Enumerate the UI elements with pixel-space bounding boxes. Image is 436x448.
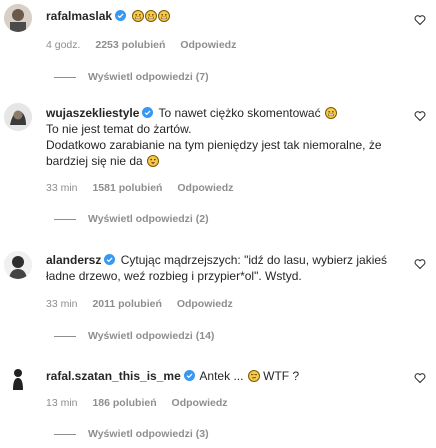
grimace-emoji-icon [145,10,158,22]
comment-time[interactable]: 33 min [46,182,78,194]
comment-username[interactable]: rafal.szatan_this_is_me [46,369,181,383]
view-replies-label: Wyświetl odpowiedzi (2) [88,213,209,225]
verified-badge-icon [104,254,116,265]
comment-username[interactable]: alandersz [46,253,101,267]
comment-likes[interactable]: 2253 polubień [95,39,165,51]
comment-body-line: Dodatkowo zarabianie na tym pieniędzy je… [46,138,382,152]
like-heart-icon[interactable] [414,372,426,384]
comment-likes[interactable]: 1581 polubień [92,182,162,194]
view-replies-button[interactable]: Wyświetl odpowiedzi (3) [54,428,209,440]
comment-text: rafal.szatan_this_is_me Antek ... WTF ? [46,368,400,384]
comment-time[interactable]: 4 godz. [46,39,80,51]
comment-body: Antek ... [199,369,244,383]
view-replies-button[interactable]: Wyświetl odpowiedzi (7) [54,71,209,83]
view-replies-label: Wyświetl odpowiedzi (3) [88,428,209,440]
comment-username[interactable]: wujaszekliestyle [46,106,139,120]
comment-body-line: To nie jest temat do żartów. [46,122,192,136]
comment-body-end: WTF ? [263,369,300,383]
like-heart-icon[interactable] [414,14,426,26]
comment-meta: 33 min 2011 polubień Odpowiedz [46,298,245,310]
comment-time[interactable]: 33 min [46,298,78,310]
verified-badge-icon [183,370,195,381]
reply-button[interactable]: Odpowiedz [177,182,233,194]
comment-body-line: ładne drzewo, weź rozbieg i przypier*ol"… [46,269,302,283]
comment-meta: 33 min 1581 polubień Odpowiedz [46,182,245,194]
view-replies-label: Wyświetl odpowiedzi (7) [88,71,209,83]
comment-text: alandersz Cytując mądrzejszych: "idź do … [46,252,400,284]
avatar[interactable] [4,251,32,279]
comment-username[interactable]: rafalmaslak [46,9,112,23]
like-heart-icon[interactable] [414,258,426,270]
verified-badge-icon [115,10,127,21]
view-replies-button[interactable]: Wyświetl odpowiedzi (2) [54,213,209,225]
comment-time[interactable]: 13 min [46,397,78,409]
avatar[interactable] [4,103,32,131]
comment-meta: 4 godz. 2253 polubień Odpowiedz [46,39,248,51]
grimace-emoji-icon [158,10,171,22]
comment-likes[interactable]: 2011 polubień [92,298,161,310]
avatar[interactable] [4,364,32,392]
comment-text: wujaszekliestyle To nawet ciężko skoment… [46,105,400,169]
grimace-emoji-icon [132,10,145,22]
comment-body-line: bardziej się nie da [46,154,143,168]
view-replies-label: Wyświetl odpowiedzi (14) [88,330,215,342]
reply-button[interactable]: Odpowiedz [172,397,228,409]
view-replies-button[interactable]: Wyświetl odpowiedzi (14) [54,330,214,342]
avatar[interactable] [4,4,32,32]
verified-badge-icon [142,107,154,118]
reply-button[interactable]: Odpowiedz [180,39,236,51]
like-heart-icon[interactable] [414,110,426,122]
replies-divider [54,433,76,435]
comment-body: To nawet ciężko skomentować [158,106,321,120]
replies-divider [54,218,76,220]
grimace-emoji-icon [324,107,337,119]
reply-button[interactable]: Odpowiedz [177,298,233,310]
face-with-tongue-emoji-icon [147,155,160,167]
replies-divider [54,335,76,337]
comment-text: rafalmaslak [46,8,400,24]
unamused-emoji-icon [247,370,260,382]
comment-likes[interactable]: 186 polubień [92,397,156,409]
comment-meta: 13 min 186 polubień Odpowiedz [46,397,240,409]
comment-body: Cytując mądrzejszych: "idź do lasu, wybi… [120,253,388,267]
replies-divider [54,76,76,78]
